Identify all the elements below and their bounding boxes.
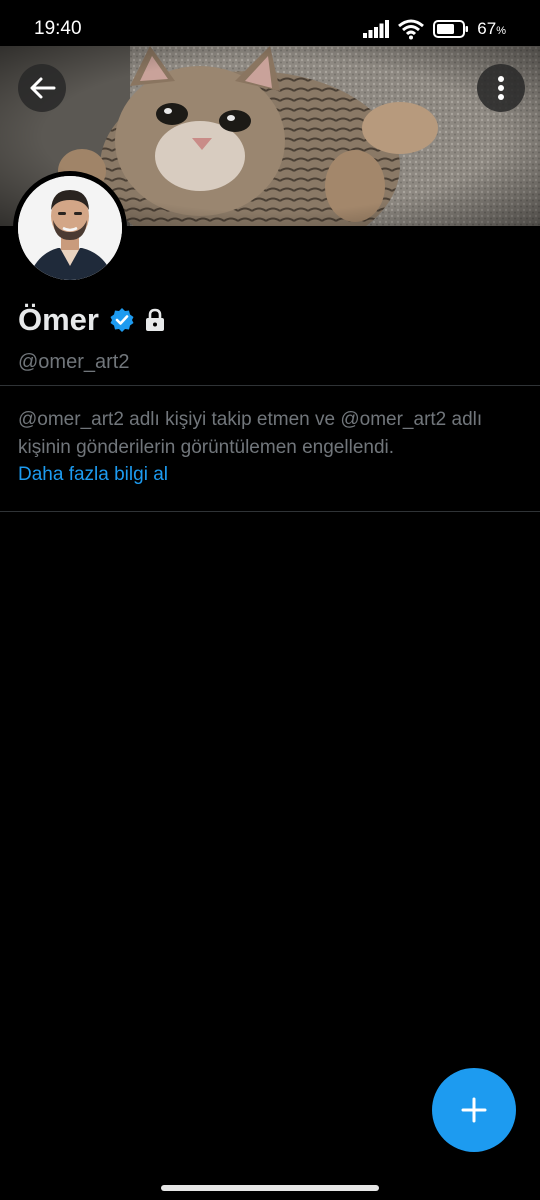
status-bar: 19:40 67% — [0, 0, 540, 46]
profile-handle: @omer_art2 — [18, 351, 130, 373]
wifi-icon — [398, 19, 425, 40]
profile-name-row: Ömer — [18, 302, 165, 338]
signal-icon — [363, 20, 390, 38]
status-icons: 67% — [363, 17, 506, 41]
learn-more-link[interactable]: Daha fazla bilgi al — [18, 461, 168, 489]
lock-icon — [145, 308, 164, 331]
more-options-button[interactable] — [477, 64, 525, 112]
battery-icon — [433, 20, 469, 38]
divider — [0, 385, 540, 386]
arrow-left-icon — [30, 77, 56, 99]
plus-icon — [461, 1097, 487, 1123]
more-vertical-icon — [498, 76, 504, 100]
battery-percent: 67% — [477, 19, 506, 38]
divider — [0, 511, 540, 512]
back-button[interactable] — [18, 64, 66, 112]
display-name: Ömer — [18, 302, 99, 337]
blocked-message: @omer_art2 adlı kişiyi takip etmen ve @o… — [18, 409, 483, 458]
status-time: 19:40 — [34, 18, 82, 39]
avatar[interactable] — [13, 171, 127, 285]
verified-badge-icon — [110, 308, 134, 332]
home-indicator[interactable] — [161, 1185, 379, 1191]
avatar-photo — [18, 176, 122, 280]
compose-button[interactable] — [432, 1068, 516, 1152]
